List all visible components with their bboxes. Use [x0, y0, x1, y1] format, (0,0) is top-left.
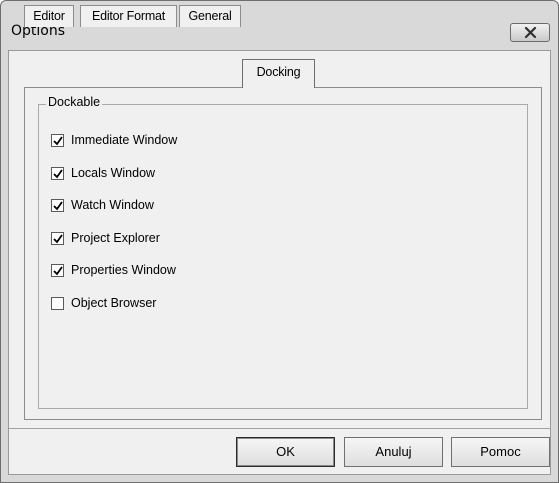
checkbox-row[interactable]: Project Explorer: [51, 230, 160, 246]
checkbox[interactable]: [51, 231, 64, 245]
checkmark-icon: [53, 135, 63, 145]
checkbox[interactable]: [51, 166, 64, 180]
help-button[interactable]: Pomoc: [451, 437, 550, 467]
checkbox-label: Watch Window: [71, 198, 154, 212]
checkbox-label: Object Browser: [71, 296, 157, 310]
checkmark-icon: [53, 200, 63, 210]
dockable-groupbox: [38, 104, 528, 409]
checkbox[interactable]: [51, 296, 64, 310]
checkbox-row[interactable]: Watch Window: [51, 197, 154, 213]
checkmark-icon: [53, 168, 63, 178]
checkbox[interactable]: [51, 133, 64, 147]
tab-editor-format[interactable]: Editor Format: [80, 5, 177, 27]
dockable-group-title: Dockable: [46, 95, 103, 109]
tab-editor[interactable]: Editor: [24, 5, 74, 27]
checkmark-icon: [53, 233, 63, 243]
checkbox-row[interactable]: Immediate Window: [51, 132, 177, 148]
cancel-button[interactable]: Anuluj: [344, 437, 443, 467]
checkmark-icon: [53, 265, 63, 275]
checkbox-label: Project Explorer: [71, 231, 160, 245]
checkbox-label: Locals Window: [71, 166, 156, 180]
footer-separator: [9, 428, 551, 429]
checkbox-row[interactable]: Object Browser: [51, 295, 156, 311]
tab-docking[interactable]: Docking: [242, 59, 315, 88]
checkbox-row[interactable]: Locals Window: [51, 165, 155, 181]
close-button[interactable]: [510, 23, 550, 42]
checkbox-label: Immediate Window: [71, 133, 178, 147]
checkbox-row[interactable]: Properties Window: [51, 262, 176, 278]
checkbox[interactable]: [51, 198, 64, 212]
checkbox[interactable]: [51, 263, 64, 277]
checkbox-label: Properties Window: [71, 263, 176, 277]
tab-general[interactable]: General: [179, 5, 241, 27]
ok-button[interactable]: OK: [236, 437, 335, 467]
close-icon: [524, 27, 537, 38]
